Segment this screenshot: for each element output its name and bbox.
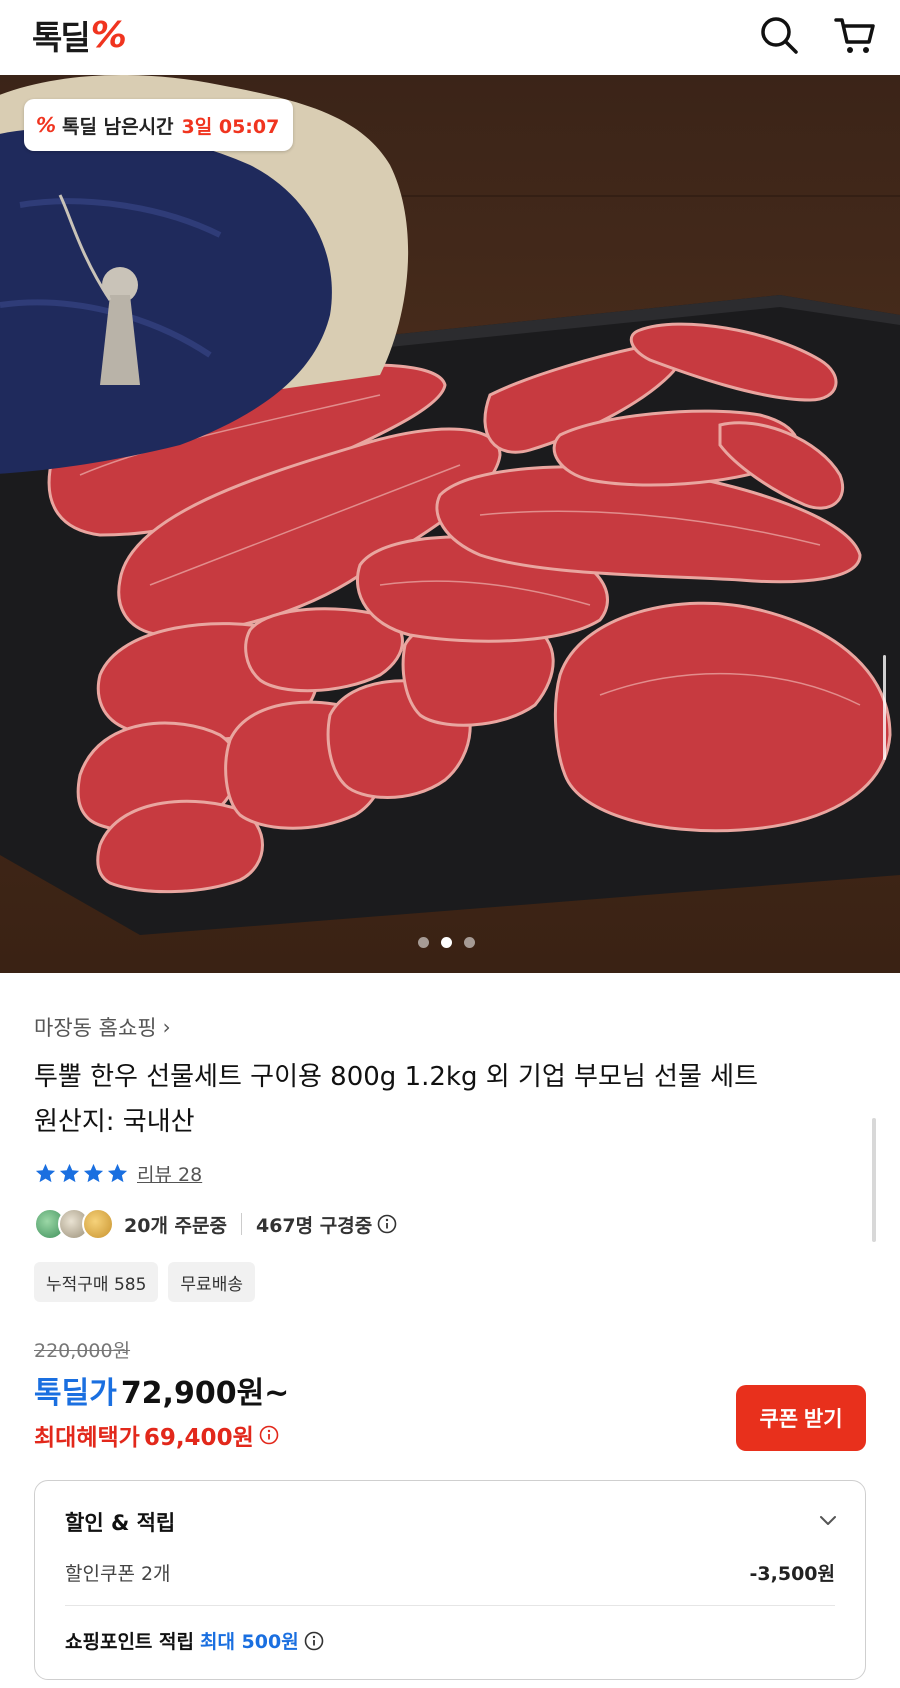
product-origin: 원산지: 국내산 [34,1107,195,1137]
search-icon[interactable] [756,12,802,58]
ordering-count: 20개 주문중 [124,1214,227,1237]
carousel-indicator [418,937,475,948]
get-coupon-button[interactable]: 쿠폰 받기 [736,1385,866,1451]
seller-link[interactable]: 마장동 홈쇼핑 › [34,1012,171,1042]
timer-label: 톡딜 남은시간 [62,115,174,138]
coupon-discount-value: -3,500원 [749,1563,835,1585]
buyer-avatars [34,1208,114,1240]
max-benefit-price: 69,400원 [143,1425,254,1451]
tag-cumulative-purchases: 누적구매 585 [34,1262,159,1302]
chevron-right-icon: › [162,1015,171,1039]
discount-rewards-panel[interactable]: 할인 & 적립 할인쿠폰 2개 -3,500원 쇼핑포인트 적립 최대 500원 [34,1480,866,1680]
info-icon[interactable] [259,1425,279,1445]
max-benefit-row: 최대혜택가 69,400원 [34,1418,279,1452]
panel-title: 할인 & 적립 [65,1511,176,1535]
product-title-line: 투뿔 한우 선물세트 구이용 800g 1.2kg 외 기업 부모님 선물 세트 [34,1062,759,1092]
review-count-link[interactable]: 리뷰 28 [137,1160,202,1187]
deal-percent-icon: % [36,113,57,137]
coupon-count-label: 할인쿠폰 2개 [65,1563,171,1585]
scrollbar[interactable] [872,1118,876,1242]
star-icon [83,1163,104,1183]
original-price: 220,000원 [34,1340,131,1362]
points-value: 최대 500원 [199,1631,299,1653]
carousel-dot[interactable] [418,937,429,948]
max-benefit-label: 최대혜택가 [34,1425,140,1451]
product-title: 투뿔 한우 선물세트 구이용 800g 1.2kg 외 기업 부모님 선물 세트… [34,1055,874,1145]
product-tags: 누적구매 585 무료배송 [34,1262,255,1302]
buyer-activity-row: 20개 주문중 467명 구경중 [34,1208,397,1240]
star-icon [59,1163,80,1183]
carousel-dot[interactable] [464,937,475,948]
avatar [82,1208,114,1240]
carousel-dot-active[interactable] [441,937,452,948]
divider [240,1213,242,1235]
viewing-count: 467명 구경중 [255,1214,373,1237]
points-row: 쇼핑포인트 적립 최대 500원 [65,1627,324,1654]
deal-timer-badge: % 톡딜 남은시간 3일 05:07 [24,99,294,151]
logo-percent-mark: % [90,14,127,56]
star-icon [107,1163,128,1183]
info-icon[interactable] [304,1631,324,1651]
info-icon[interactable] [377,1214,397,1234]
divider [65,1605,835,1606]
logo-text: 톡딜 [32,18,91,57]
points-label: 쇼핑포인트 적립 [65,1631,194,1653]
tag-free-shipping: 무료배송 [168,1262,255,1302]
deal-price-value: 72,900원~ [120,1376,290,1411]
star-rating [34,1162,129,1185]
seller-name: 마장동 홈쇼핑 [34,1016,157,1040]
cart-icon[interactable] [832,12,878,58]
product-image-carousel[interactable]: % 톡딜 남은시간 3일 05:07 [0,75,900,973]
chevron-down-icon[interactable] [817,1509,839,1531]
talkdeal-logo[interactable]: 톡딜 % [32,10,127,60]
app-header: 톡딜 % [0,0,900,75]
timer-value: 3일 05:07 [181,115,280,138]
rating-row: 리뷰 28 [34,1160,202,1187]
star-icon [35,1163,56,1183]
scrollbar[interactable] [883,655,886,760]
deal-price-row: 톡딜가 72,900원~ [34,1368,289,1412]
deal-price-label: 톡딜가 [34,1376,117,1411]
